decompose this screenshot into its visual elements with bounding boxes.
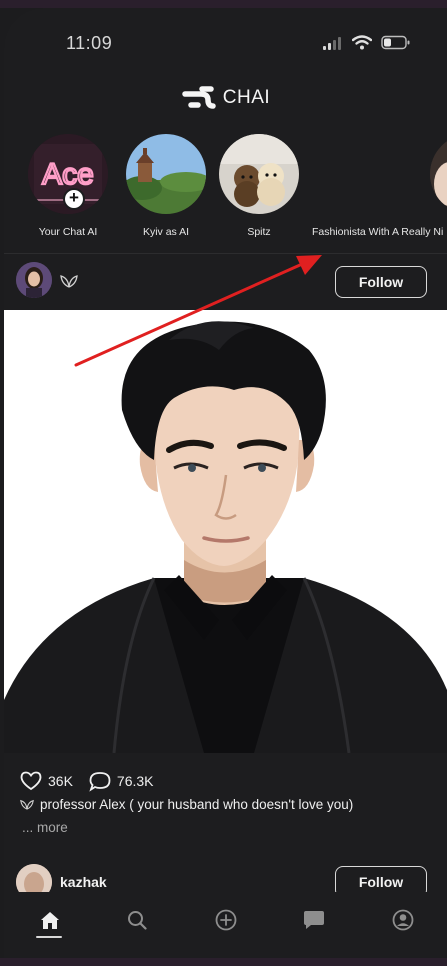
follow-button[interactable]: Follow [335, 266, 427, 298]
battery-icon [381, 35, 410, 50]
author-avatar[interactable] [16, 262, 52, 298]
comment-count: 76.3K [116, 773, 154, 789]
app-header: CHAI [4, 78, 447, 118]
post-header: Follow [4, 260, 447, 304]
chat-bubble-icon [304, 911, 324, 929]
divider [4, 253, 447, 254]
plush-dogs-image [219, 134, 299, 214]
tab-chats[interactable] [294, 900, 334, 940]
author-username[interactable]: kazhak [60, 874, 107, 890]
tab-home[interactable] [30, 900, 70, 940]
search-icon [128, 911, 147, 930]
fashionista-image [430, 134, 447, 214]
outer-frame-top [0, 0, 447, 8]
cellular-signal-icon [323, 36, 341, 50]
chai-logo-icon [182, 86, 216, 109]
like-heart-icon[interactable] [20, 771, 42, 791]
caption-text: professor Alex ( your husband who doesn'… [40, 797, 354, 812]
tab-profile[interactable] [383, 900, 423, 940]
neon-sign-text: Ace [42, 158, 94, 191]
story-label: Spitz [247, 226, 271, 238]
home-icon [41, 911, 59, 929]
verified-leaf-icon [60, 275, 78, 288]
story-avatar [126, 134, 206, 214]
wifi-icon [352, 35, 372, 50]
story-avatar [430, 134, 447, 214]
tab-search[interactable] [117, 900, 157, 940]
like-count: 36K [48, 773, 73, 789]
more-link[interactable]: ... more [22, 820, 68, 835]
story-avatar [219, 134, 299, 214]
outer-frame-bottom [0, 958, 447, 966]
status-bar: 11:09 [4, 8, 447, 68]
add-story-icon[interactable]: + [63, 188, 85, 210]
portrait-illustration [4, 310, 447, 753]
verified-leaf-icon [20, 799, 34, 810]
post-caption: professor Alex ( your husband who doesn'… [20, 797, 440, 812]
comment-bubble-icon[interactable] [89, 771, 111, 792]
bottom-tab-bar [4, 892, 447, 958]
story-label: Fashionista With A Really Ni [312, 226, 444, 238]
author-avatar-image [16, 262, 52, 298]
active-tab-indicator [36, 936, 62, 938]
stories-row[interactable]: Ace + Your Chat AI Kyiv as AI Spitz Fash… [4, 132, 447, 250]
kyiv-landscape-image [126, 134, 206, 214]
add-circle-icon [215, 909, 237, 931]
story-fashionista[interactable]: Fashionista With A Really Ni [304, 132, 447, 238]
profile-icon [392, 909, 414, 931]
tab-create[interactable] [206, 900, 246, 940]
status-time: 11:09 [66, 33, 113, 53]
status-icons [323, 35, 411, 50]
phone-screen: 11:09 CHAI Ace + Your Chat AI Kyiv as AI… [4, 8, 447, 958]
post-actions: 36K 76.3K [20, 766, 164, 796]
story-spitz[interactable]: Spitz [199, 132, 319, 238]
post-image[interactable] [4, 310, 447, 753]
app-title: CHAI [222, 87, 271, 108]
